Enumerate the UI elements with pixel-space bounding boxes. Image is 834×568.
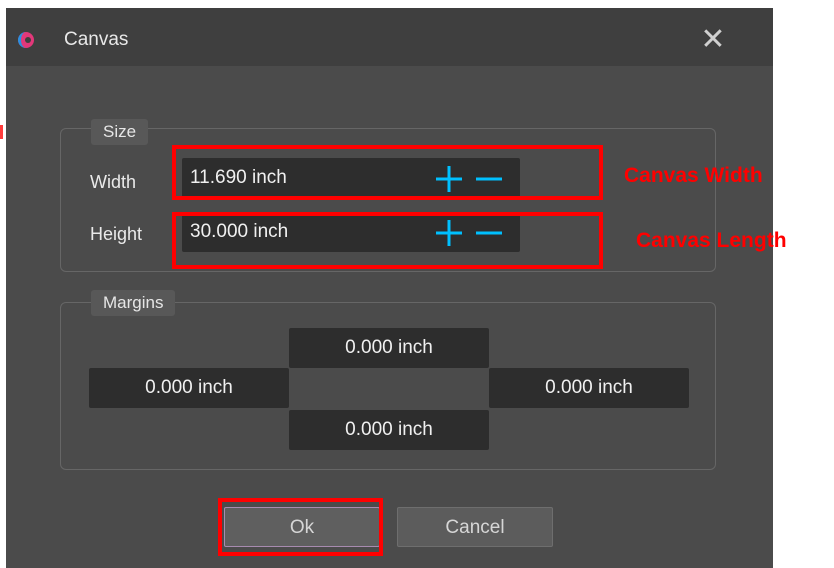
height-annotation: Canvas Length (636, 229, 787, 252)
width-highlight-box (172, 145, 603, 200)
margin-top-field[interactable]: 0.000 inch (289, 328, 489, 368)
dialog-title: Canvas (64, 29, 129, 50)
margin-left-field[interactable]: 0.000 inch (89, 368, 289, 408)
width-label: Width (90, 172, 137, 192)
height-label: Height (90, 224, 143, 244)
height-highlight-box (172, 212, 603, 269)
width-annotation: Canvas Width (624, 164, 763, 187)
cancel-button[interactable]: Cancel (397, 507, 553, 547)
edge-mark (0, 125, 3, 139)
close-icon[interactable]: ✕ (696, 23, 730, 57)
margins-group-label: Margins (91, 290, 176, 316)
margin-bottom-field[interactable]: 0.000 inch (289, 410, 489, 450)
margin-right-field[interactable]: 0.000 inch (489, 368, 689, 408)
canvas-dialog: Canvas ✕ Size Width 11.690 inch Height 3… (6, 8, 773, 568)
ok-highlight-box (218, 498, 383, 556)
app-logo-icon (18, 32, 34, 48)
title-bar: Canvas ✕ (6, 8, 773, 66)
size-group-label: Size (91, 119, 149, 145)
